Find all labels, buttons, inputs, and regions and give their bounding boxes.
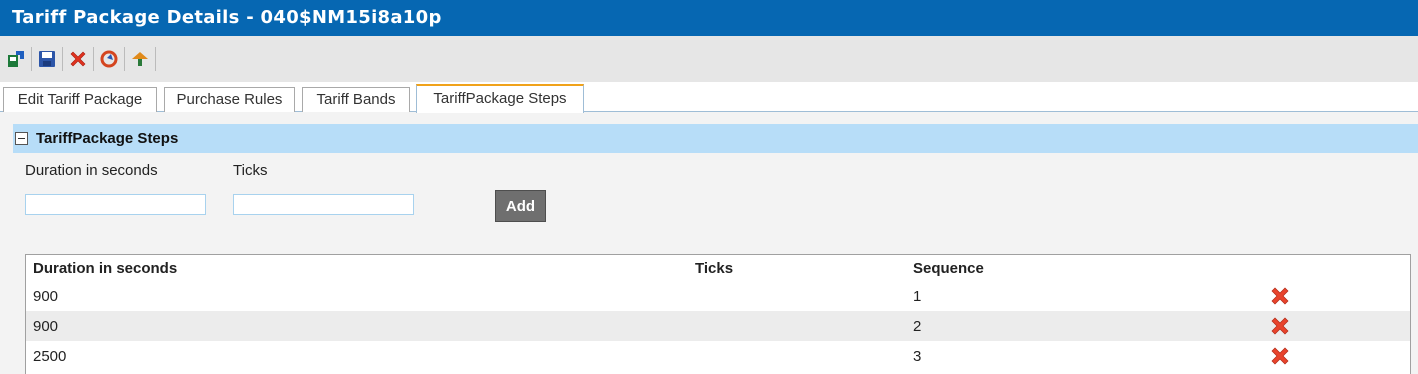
toolbar-separator	[124, 47, 125, 71]
table-header-row: Duration in seconds Ticks Sequence	[26, 255, 1410, 281]
section-title: TariffPackage Steps	[36, 130, 179, 147]
sequence-cell: 2	[913, 317, 922, 335]
duration-label: Duration in seconds	[25, 162, 158, 179]
tab-tariffpackage-steps[interactable]: TariffPackage Steps	[416, 84, 584, 113]
refresh-icon[interactable]	[97, 47, 121, 71]
window-title: Tariff Package Details - 040$NM15i8a10p	[0, 0, 1418, 36]
collapse-icon[interactable]	[15, 132, 28, 145]
toolbar-separator	[62, 47, 63, 71]
tab-strip: Edit Tariff Package Purchase Rules Tarif…	[0, 82, 1418, 113]
delete-row-icon[interactable]	[1269, 341, 1291, 371]
steps-table: Duration in seconds Ticks Sequence 900 1…	[25, 254, 1411, 374]
toolbar-separator	[31, 47, 32, 71]
section-header: TariffPackage Steps	[13, 124, 1418, 153]
tab-edit-tariff-package[interactable]: Edit Tariff Package	[3, 87, 157, 112]
sequence-cell: 3	[913, 347, 922, 365]
ticks-input[interactable]	[233, 194, 414, 215]
table-row[interactable]: 2500 3	[26, 341, 1410, 371]
delete-row-icon[interactable]	[1269, 311, 1291, 341]
delete-icon[interactable]	[66, 47, 90, 71]
tab-purchase-rules[interactable]: Purchase Rules	[164, 87, 295, 112]
duration-input[interactable]	[25, 194, 206, 215]
navigate-up-icon[interactable]	[128, 47, 152, 71]
duration-cell: 2500	[33, 347, 67, 365]
tariffpackage-steps-section: TariffPackage Steps Duration in seconds …	[13, 124, 1418, 374]
toolbar	[0, 36, 1418, 82]
add-button[interactable]: Add	[495, 190, 546, 222]
column-header-sequence[interactable]: Sequence	[913, 255, 984, 281]
column-header-ticks[interactable]: Ticks	[695, 255, 733, 281]
tab-tariff-bands[interactable]: Tariff Bands	[302, 87, 410, 112]
column-header-duration[interactable]: Duration in seconds	[33, 255, 177, 281]
duration-cell: 900	[33, 317, 59, 335]
delete-row-icon[interactable]	[1269, 281, 1291, 311]
toolbar-separator	[155, 47, 156, 71]
save-and-close-icon[interactable]	[4, 47, 28, 71]
table-row[interactable]: 900 1	[26, 281, 1410, 311]
table-row[interactable]: 900 2	[26, 311, 1410, 341]
sequence-cell: 1	[913, 287, 922, 305]
save-icon[interactable]	[35, 47, 59, 71]
duration-cell: 900	[33, 287, 59, 305]
ticks-label: Ticks	[233, 162, 268, 179]
toolbar-separator	[93, 47, 94, 71]
